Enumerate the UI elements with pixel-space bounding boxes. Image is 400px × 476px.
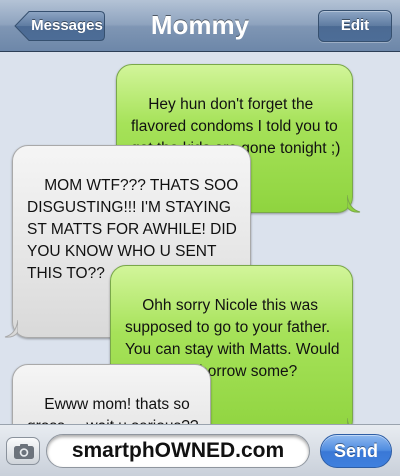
bubble-tail [4,320,18,338]
message-thread[interactable]: Hey hun don't forget the flavored condom… [0,53,400,476]
nav-bar: Messages Mommy Edit [0,0,400,52]
edit-button[interactable]: Edit [318,10,392,42]
back-button-label: Messages [31,17,103,34]
bubble-tail [347,195,361,213]
camera-button[interactable] [6,437,40,465]
camera-icon [14,444,34,459]
send-button[interactable]: Send [320,434,392,468]
conversation-title: Mommy [150,10,250,40]
message-input-value: smartphOWNED.com [71,439,285,462]
message-input[interactable]: smartphOWNED.com [46,434,310,468]
messages-back-button[interactable]: Messages [14,10,106,42]
message-composer: smartphOWNED.com Send [0,424,400,476]
